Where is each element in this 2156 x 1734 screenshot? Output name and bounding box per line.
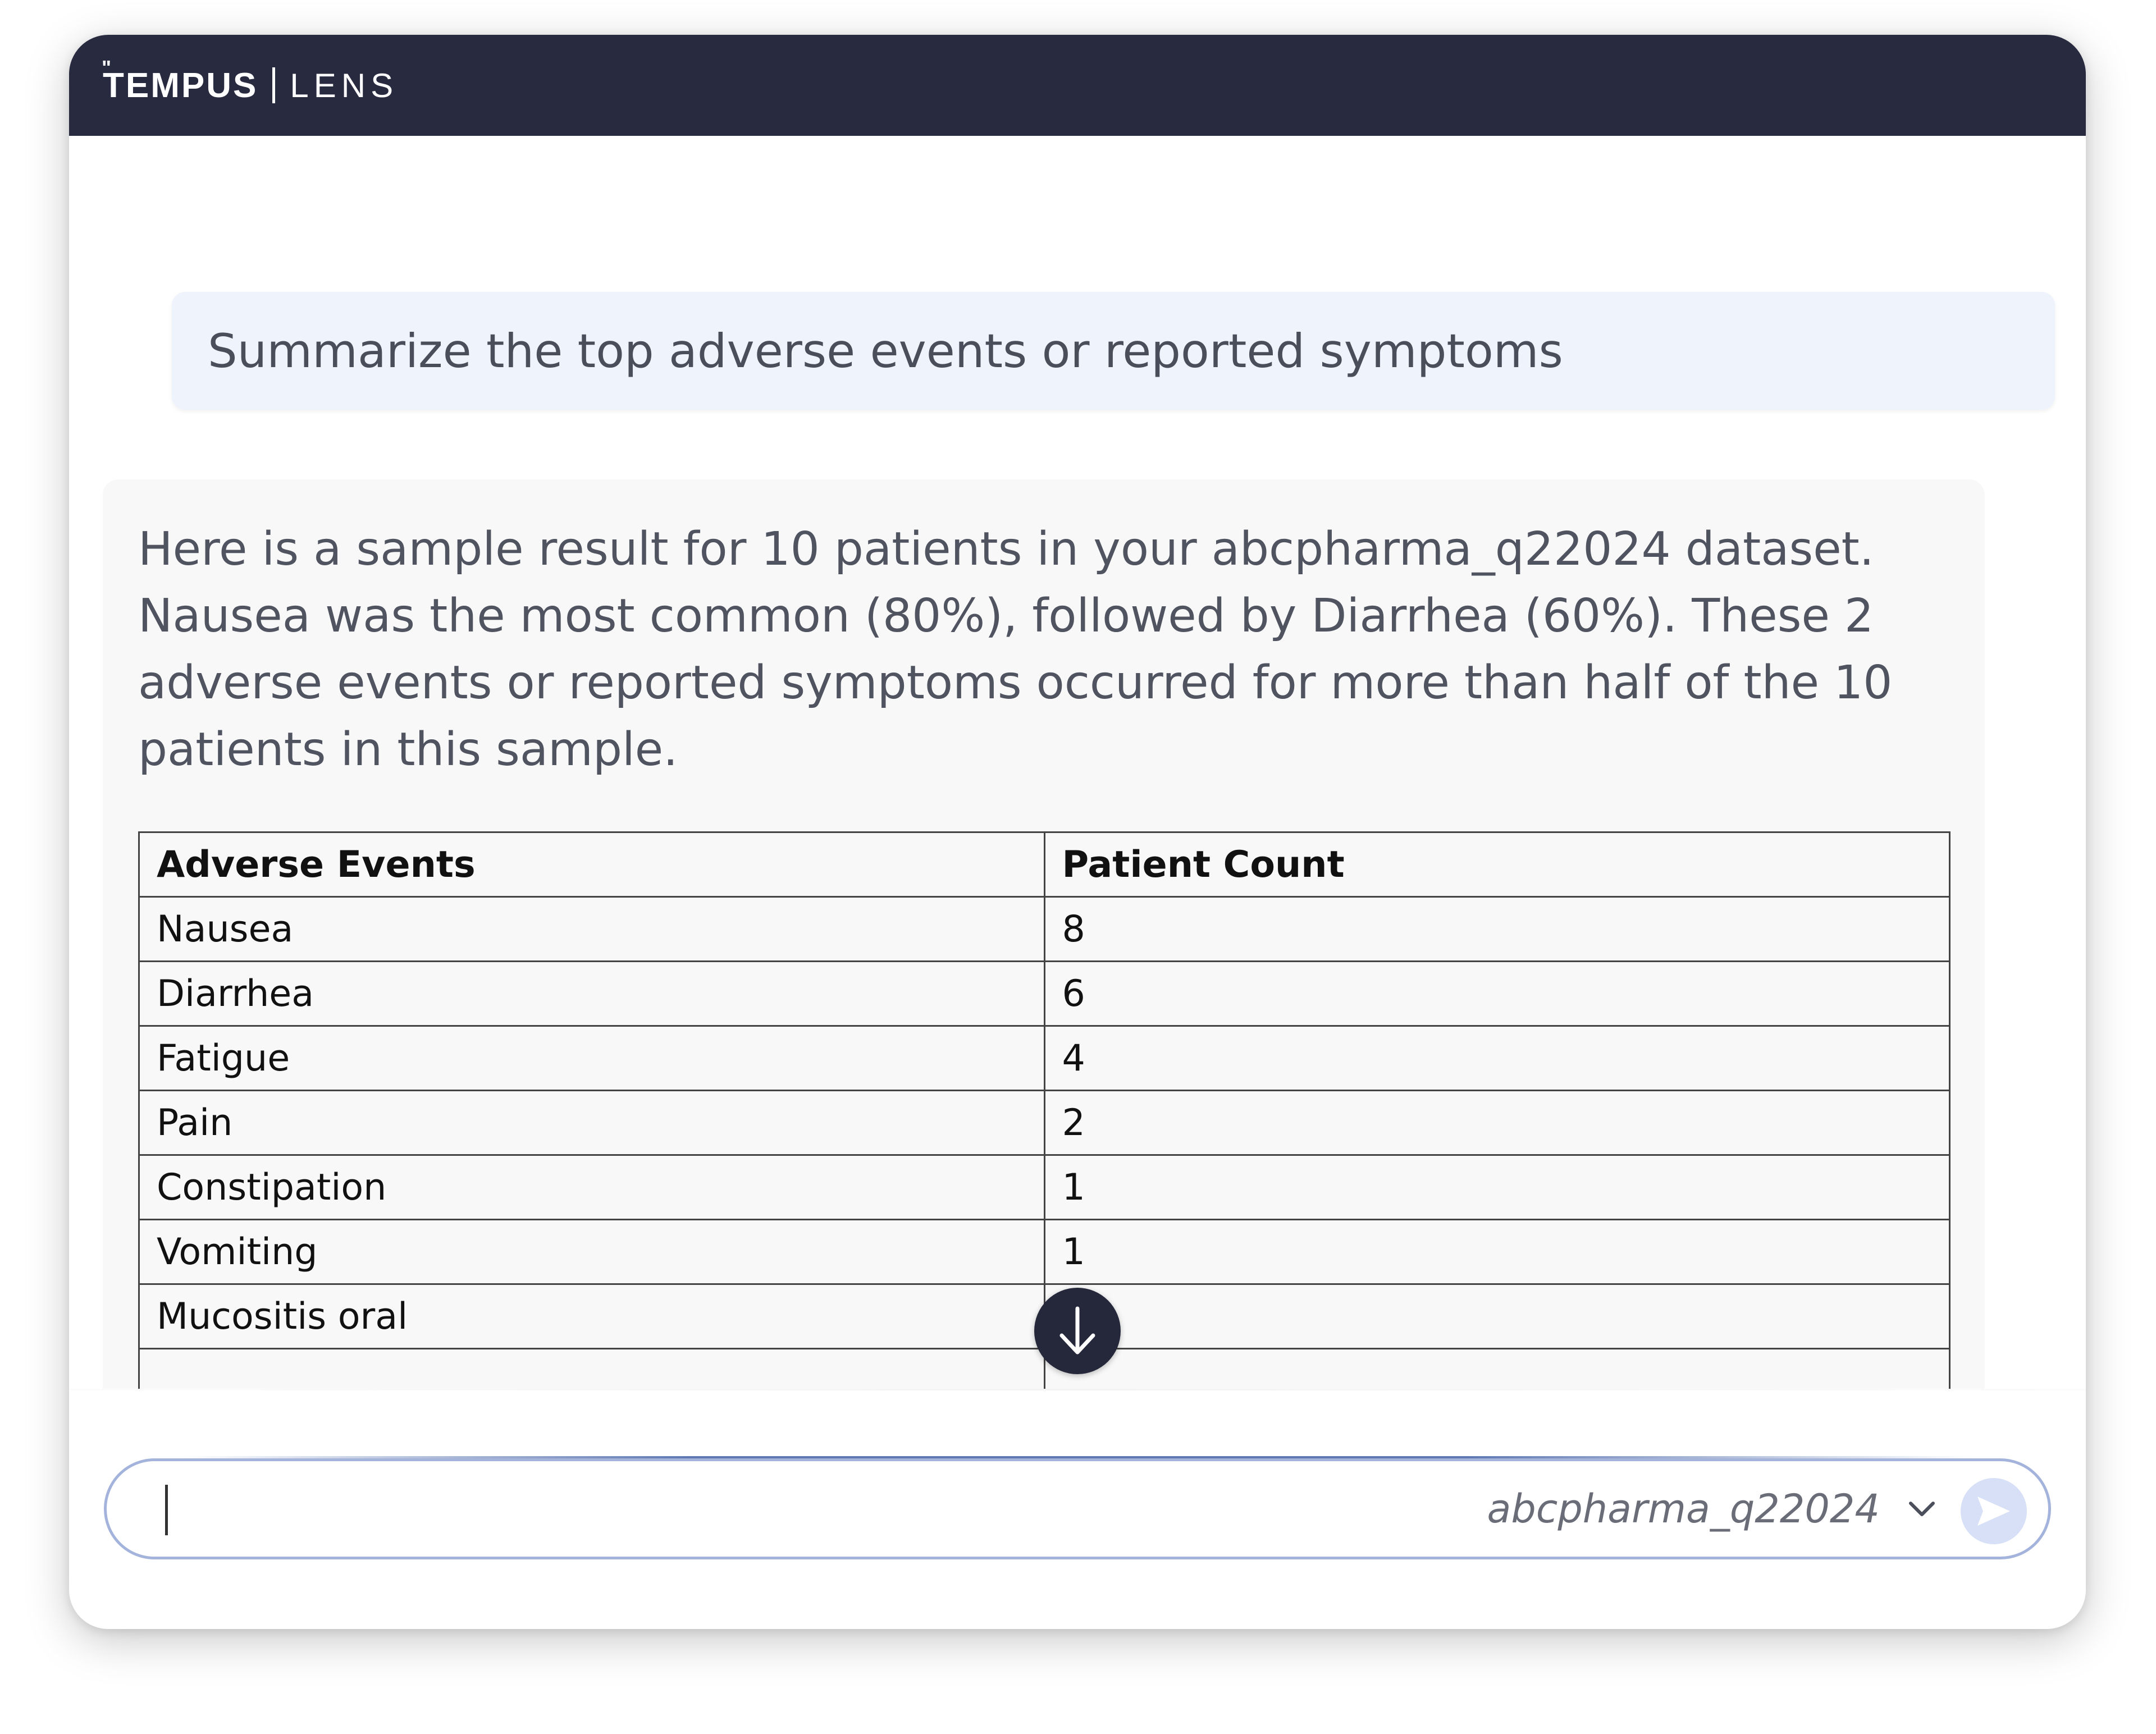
scroll-to-bottom-button[interactable] [1034, 1288, 1121, 1374]
count-cell: 6 [1043, 960, 1951, 1027]
assistant-message-bubble: Here is a sample result for 10 patients … [103, 479, 1985, 1434]
table-row: Vomiting 1 [138, 1219, 1951, 1285]
send-button[interactable] [1961, 1478, 2027, 1544]
event-cell: Nausea [138, 896, 1045, 962]
brand-name: " TEMPUS [102, 57, 258, 106]
chevron-down-icon[interactable] [1905, 1492, 1939, 1526]
text-cursor [165, 1485, 168, 1535]
count-cell: 8 [1043, 896, 1951, 962]
count-cell: 1 [1043, 1154, 1951, 1220]
event-cell: Mucositis oral [138, 1283, 1045, 1349]
event-cell: Diarrhea [138, 960, 1045, 1027]
brand-name-text: TEMPUS [103, 66, 258, 105]
brand-mark: " [102, 56, 112, 79]
table-row: Fatigue 4 [138, 1025, 1951, 1091]
dataset-selector-value: abcpharma_q22024 [1487, 1486, 1880, 1532]
count-cell: 4 [1043, 1025, 1951, 1091]
send-icon [1977, 1497, 2010, 1526]
event-cell: Constipation [138, 1154, 1045, 1220]
product-name: LENS [290, 66, 399, 104]
event-cell: Fatigue [138, 1025, 1045, 1091]
arrow-down-icon [1059, 1306, 1095, 1355]
assistant-message-text: Here is a sample result for 10 patients … [138, 523, 1893, 776]
column-header: Adverse Events [138, 831, 1045, 898]
brand-logo[interactable]: " TEMPUS LENS [102, 35, 399, 136]
dataset-selector[interactable]: abcpharma_q22024 [1487, 1461, 1880, 1557]
count-cell: 2 [1043, 1090, 1951, 1156]
composer-divider [69, 1389, 2086, 1390]
user-message-bubble: Summarize the top adverse events or repo… [172, 292, 2055, 410]
brand-divider [272, 67, 276, 103]
table-header-row: Adverse Events Patient Count [138, 831, 1951, 898]
count-cell [1043, 1283, 1951, 1349]
column-header: Patient Count [1043, 831, 1951, 898]
table-row: Nausea 8 [138, 896, 1951, 962]
user-message-text: Summarize the top adverse events or repo… [208, 323, 1563, 378]
table-row: Pain 2 [138, 1090, 1951, 1156]
app-window: " TEMPUS LENS Summarize the top adverse e… [69, 35, 2086, 1629]
table-row: Diarrhea 6 [138, 960, 1951, 1027]
count-cell: 1 [1043, 1219, 1951, 1285]
event-cell: Vomiting [138, 1219, 1045, 1285]
chat-input[interactable]: abcpharma_q22024 [104, 1458, 2051, 1559]
top-bar: " TEMPUS LENS [69, 35, 2086, 136]
table-row: Constipation 1 [138, 1154, 1951, 1220]
event-cell: Pain [138, 1090, 1045, 1156]
